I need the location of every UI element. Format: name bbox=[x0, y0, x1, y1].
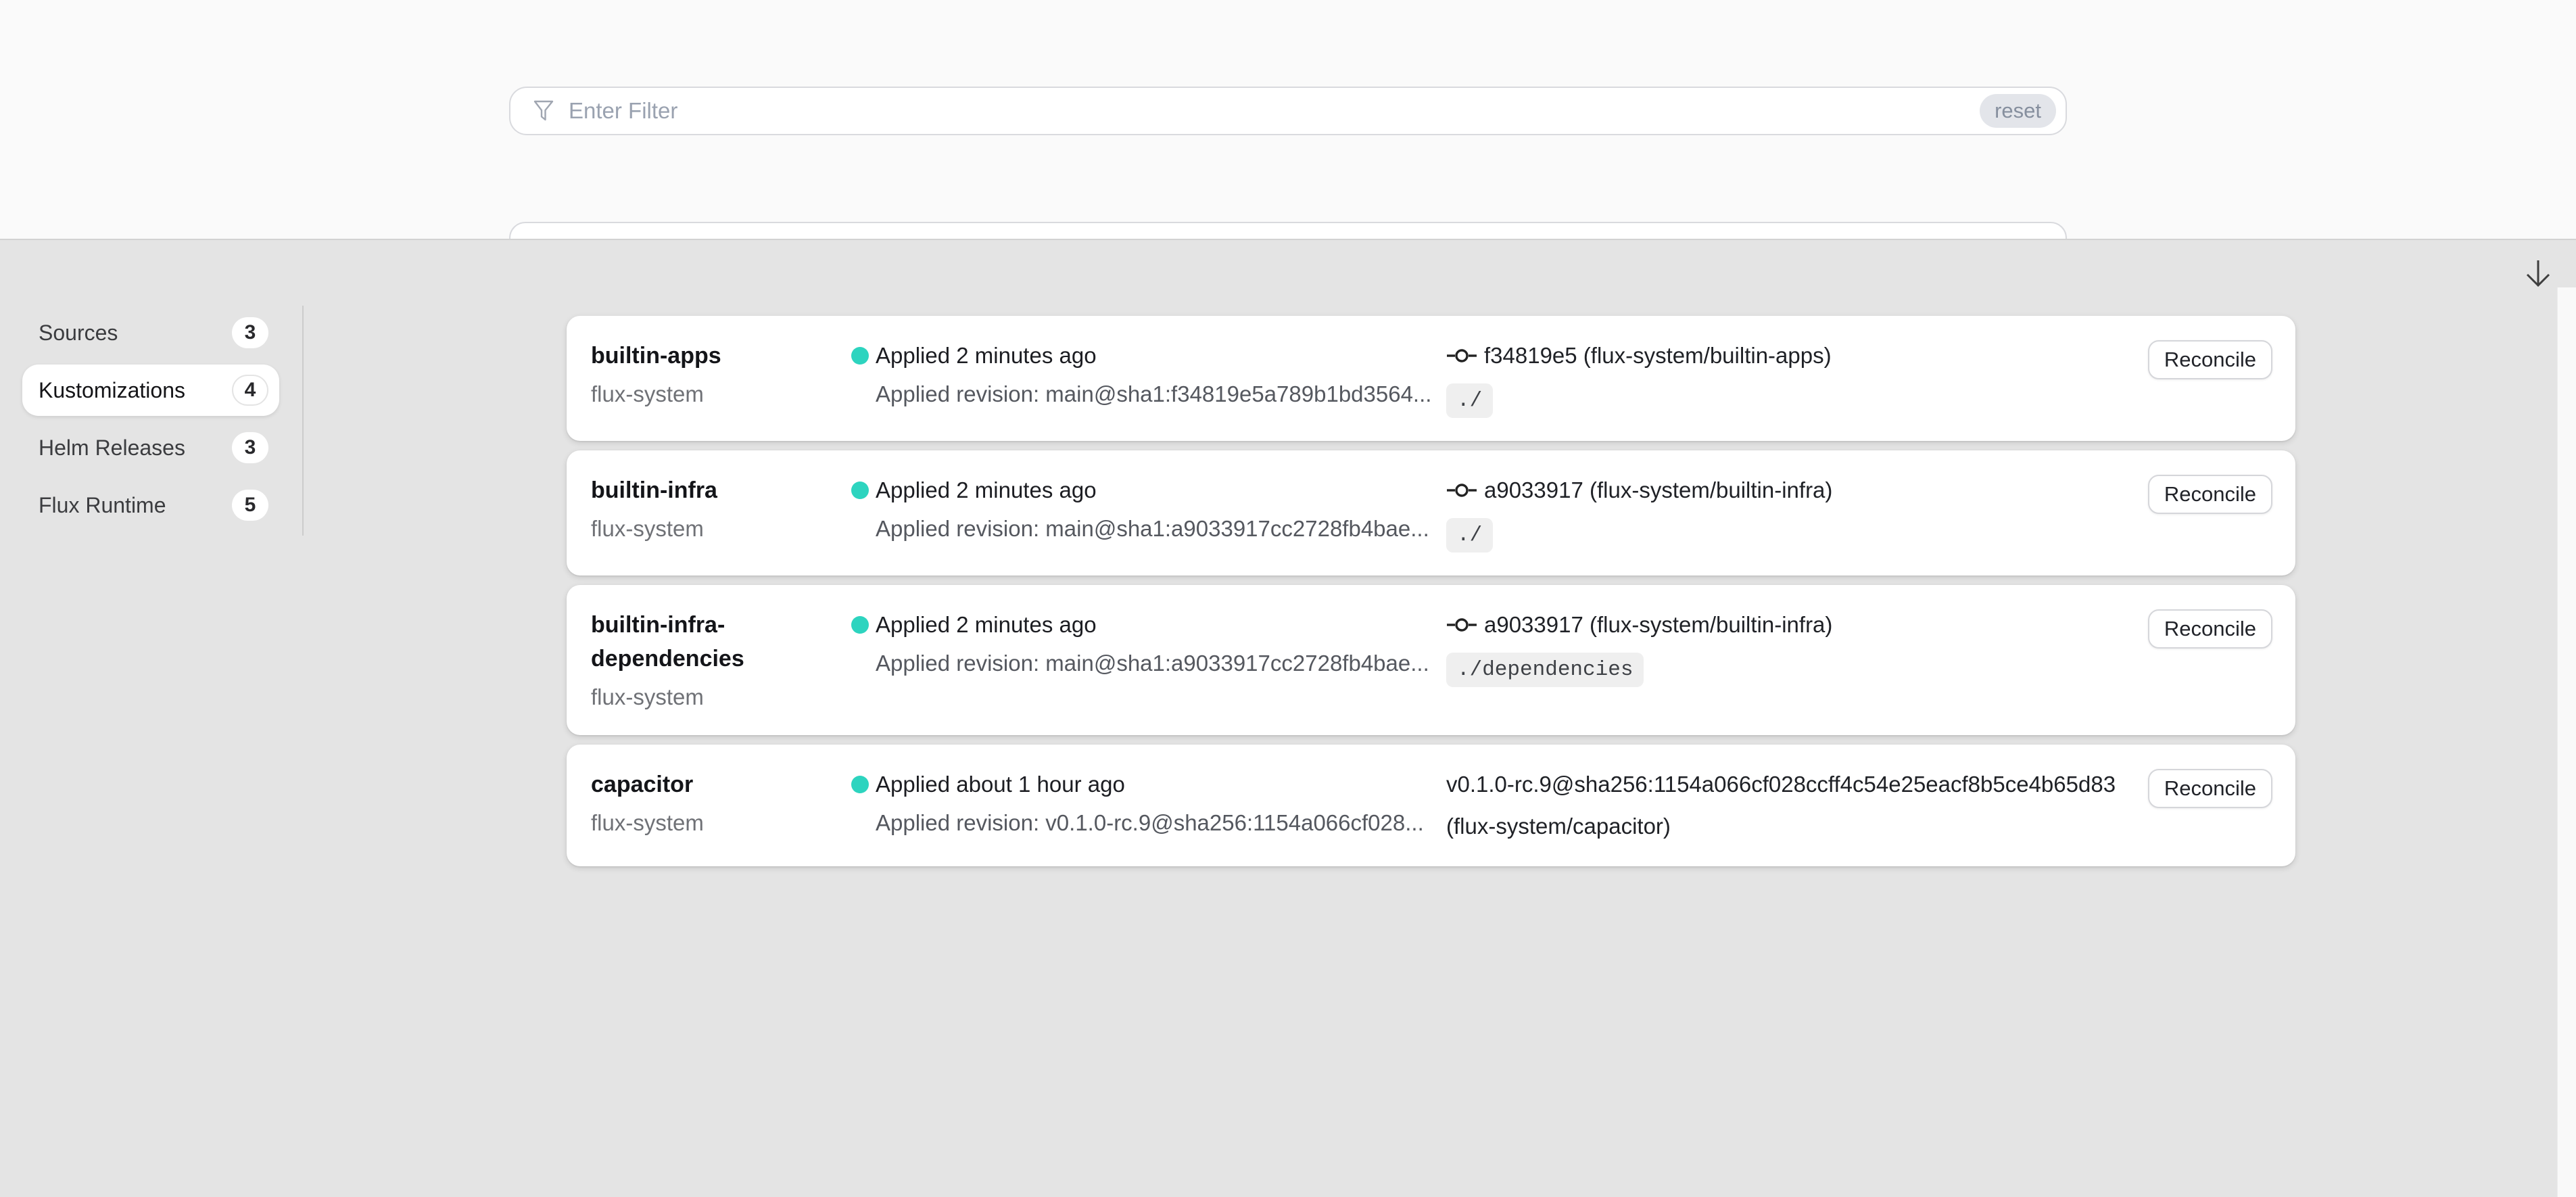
git-commit-icon bbox=[1446, 479, 1477, 501]
sidebar-divider bbox=[302, 306, 304, 536]
sidebar-item-flux-runtime[interactable]: Flux Runtime 5 bbox=[22, 479, 279, 531]
source-ref-text: a9033917 (flux-system/builtin-infra) bbox=[1484, 473, 1832, 507]
sidebar-item-sources[interactable]: Sources 3 bbox=[22, 307, 279, 358]
status-ok-dot bbox=[851, 482, 869, 499]
revision-text: Applied revision: main@sha1:a9033917cc27… bbox=[876, 514, 1430, 544]
resource-id: capacitor flux-system bbox=[591, 768, 851, 838]
source-ref-text: a9033917 (flux-system/builtin-infra) bbox=[1484, 608, 1832, 642]
status-ok-dot bbox=[851, 616, 869, 634]
kustomization-card: builtin-infra flux-system Applied 2 minu… bbox=[567, 450, 2295, 576]
resource-namespace: flux-system bbox=[591, 379, 851, 409]
reconcile-button[interactable]: Reconcile bbox=[2148, 769, 2272, 808]
count-badge: 4 bbox=[232, 375, 268, 406]
filter-bar: reset bbox=[509, 87, 2067, 135]
status-column: Applied 2 minutes ago Applied revision: … bbox=[851, 339, 1446, 409]
source-column: v0.1.0-rc.9@sha256:1154a066cf028ccff4c54… bbox=[1446, 768, 2148, 843]
status-column: Applied 2 minutes ago Applied revision: … bbox=[851, 608, 1446, 678]
resource-id: builtin-infra flux-system bbox=[591, 473, 851, 544]
resource-name: builtin-apps bbox=[591, 339, 851, 373]
sidebar-item-label: Flux Runtime bbox=[39, 493, 166, 518]
source-column: a9033917 (flux-system/builtin-infra) ./d… bbox=[1446, 608, 2148, 687]
bottom-panel: Sources 3 Kustomizations 4 Helm Releases… bbox=[0, 239, 2576, 1197]
status-column: Applied about 1 hour ago Applied revisio… bbox=[851, 768, 1446, 838]
source-column: f34819e5 (flux-system/builtin-apps) ./ bbox=[1446, 339, 2148, 418]
sidebar-item-helm-releases[interactable]: Helm Releases 3 bbox=[22, 422, 279, 473]
git-commit-icon bbox=[1446, 345, 1477, 367]
source-ref-text: v0.1.0-rc.9@sha256:1154a066cf028ccff4c54… bbox=[1446, 768, 2116, 801]
sidebar: Sources 3 Kustomizations 4 Helm Releases… bbox=[22, 307, 279, 537]
collapse-panel-button[interactable] bbox=[2518, 254, 2558, 294]
filter-funnel-icon bbox=[531, 97, 558, 124]
source-ref-text: f34819e5 (flux-system/builtin-apps) bbox=[1484, 339, 1832, 373]
sidebar-item-label: Kustomizations bbox=[39, 378, 185, 403]
kustomization-card: capacitor flux-system Applied about 1 ho… bbox=[567, 745, 2295, 866]
resource-name: builtin-infra bbox=[591, 473, 851, 507]
path-chip: ./dependencies bbox=[1446, 653, 1644, 687]
sidebar-item-kustomizations[interactable]: Kustomizations 4 bbox=[22, 365, 279, 416]
resource-id: builtin-apps flux-system bbox=[591, 339, 851, 409]
revision-text: Applied revision: main@sha1:a9033917cc27… bbox=[876, 649, 1430, 678]
source-ref-target: (flux-system/capacitor) bbox=[1446, 809, 2128, 843]
filter-input[interactable] bbox=[569, 98, 1980, 124]
status-ok-dot bbox=[851, 347, 869, 365]
reconcile-button[interactable]: Reconcile bbox=[2148, 340, 2272, 379]
status-column: Applied 2 minutes ago Applied revision: … bbox=[851, 473, 1446, 544]
revision-text: Applied revision: main@sha1:f34819e5a789… bbox=[876, 379, 1430, 409]
kustomization-card: builtin-infra-dependencies flux-system A… bbox=[567, 585, 2295, 735]
count-badge: 3 bbox=[232, 317, 268, 348]
source-column: a9033917 (flux-system/builtin-infra) ./ bbox=[1446, 473, 2148, 553]
scrollbar-track[interactable] bbox=[2557, 287, 2576, 1197]
resource-namespace: flux-system bbox=[591, 682, 851, 712]
status-text: Applied 2 minutes ago bbox=[876, 608, 1097, 642]
status-ok-dot bbox=[851, 776, 869, 793]
resource-id: builtin-infra-dependencies flux-system bbox=[591, 608, 851, 712]
resource-name: capacitor bbox=[591, 768, 851, 801]
resource-name: builtin-infra-dependencies bbox=[591, 608, 851, 676]
count-badge: 3 bbox=[232, 432, 268, 463]
resource-namespace: flux-system bbox=[591, 514, 851, 544]
git-commit-icon bbox=[1446, 614, 1477, 636]
reset-button[interactable]: reset bbox=[1980, 94, 2056, 128]
sidebar-item-label: Helm Releases bbox=[39, 436, 185, 461]
kustomization-list: builtin-apps flux-system Applied 2 minut… bbox=[567, 316, 2295, 876]
reconcile-button[interactable]: Reconcile bbox=[2148, 475, 2272, 514]
path-chip: ./ bbox=[1446, 518, 1493, 553]
count-badge: 5 bbox=[232, 490, 268, 521]
revision-text: Applied revision: v0.1.0-rc.9@sha256:115… bbox=[876, 808, 1430, 838]
sidebar-item-label: Sources bbox=[39, 321, 118, 346]
status-text: Applied 2 minutes ago bbox=[876, 473, 1097, 507]
kustomization-card: builtin-apps flux-system Applied 2 minut… bbox=[567, 316, 2295, 441]
status-text: Applied about 1 hour ago bbox=[876, 768, 1125, 801]
resource-namespace: flux-system bbox=[591, 808, 851, 838]
down-arrow-icon bbox=[2521, 256, 2556, 291]
status-text: Applied 2 minutes ago bbox=[876, 339, 1097, 373]
path-chip: ./ bbox=[1446, 383, 1493, 418]
reconcile-button[interactable]: Reconcile bbox=[2148, 609, 2272, 649]
